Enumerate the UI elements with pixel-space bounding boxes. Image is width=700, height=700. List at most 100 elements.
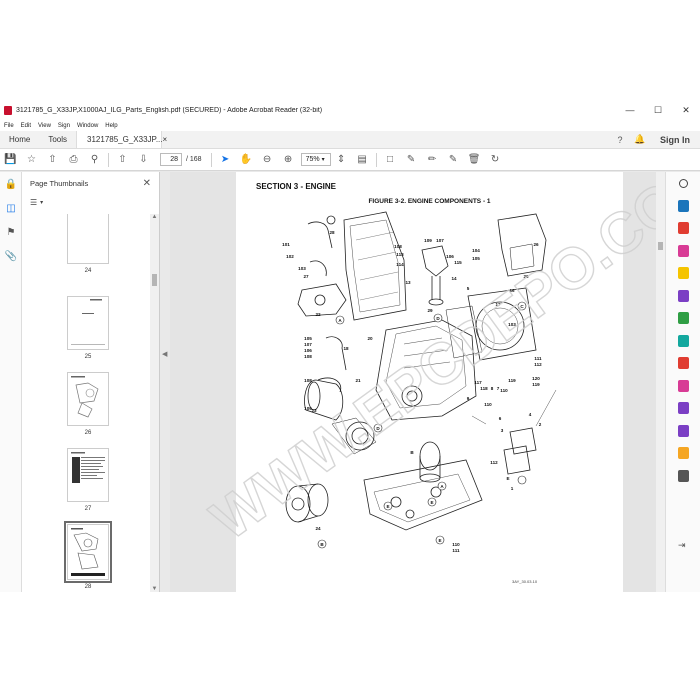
thumbnail-label: 26 xyxy=(84,430,92,436)
export-pdf-icon[interactable] xyxy=(666,195,700,218)
zoom-level-select[interactable]: 75% ▾ xyxy=(300,153,331,166)
previous-page-icon[interactable]: ⇧ xyxy=(112,150,133,170)
bookmarks-icon[interactable]: ⚑ xyxy=(0,220,22,244)
menu-sign[interactable]: Sign xyxy=(58,123,70,129)
menu-edit[interactable]: Edit xyxy=(21,123,31,129)
close-panel-icon[interactable]: ✕ xyxy=(143,178,151,189)
callout: 22 xyxy=(315,312,321,317)
scroll-up-arrow-icon[interactable]: ▲ xyxy=(150,214,159,220)
tab-home[interactable]: Home xyxy=(0,131,39,148)
thumbnail-options-button[interactable]: ☰ ▾ xyxy=(22,194,159,210)
protect-icon[interactable] xyxy=(666,352,700,375)
menu-help[interactable]: Help xyxy=(105,123,117,129)
zoom-search-icon[interactable]: ⚲ xyxy=(84,150,105,170)
comment-icon[interactable]: □ xyxy=(380,150,401,170)
callout: 115 xyxy=(454,260,462,265)
notifications-icon[interactable]: 🔔 xyxy=(630,131,650,148)
zoom-in-icon[interactable]: ⊕ xyxy=(278,150,299,170)
menu-window[interactable]: Window xyxy=(77,123,98,129)
document-scrollbar[interactable] xyxy=(656,172,665,592)
thumbnail-page-27[interactable] xyxy=(67,448,109,502)
redact-icon[interactable] xyxy=(666,375,700,398)
callout: 18 xyxy=(343,346,349,351)
sign-in-button[interactable]: Sign In xyxy=(650,131,700,148)
tab-bar: Home Tools 3121785_G_X33JP... × ? 🔔 Sign… xyxy=(0,131,700,149)
callout: 108 xyxy=(304,354,312,359)
menu-file[interactable]: File xyxy=(4,123,14,129)
callout: 108 xyxy=(394,244,402,249)
search-zoom-icon[interactable] xyxy=(666,172,700,195)
callout: 110 xyxy=(500,388,508,393)
callout: 5 xyxy=(467,286,470,291)
callout: 105 xyxy=(472,256,480,261)
page-number-input[interactable]: 28 xyxy=(160,153,182,166)
organize-pages-icon[interactable] xyxy=(666,307,700,330)
select-cursor-icon[interactable]: ➤ xyxy=(215,150,236,170)
thumbnail-page-28[interactable] xyxy=(64,521,112,583)
callout: 16 xyxy=(509,288,515,293)
scrollbar-thumb[interactable] xyxy=(152,274,157,286)
highlight-pen-icon[interactable]: ✎ xyxy=(401,150,422,170)
thumbnail-panel: Page Thumbnails ✕ ☰ ▾ 24 25 26 27 28 ▲ ▼ xyxy=(22,172,160,592)
attachments-icon[interactable]: 📎 xyxy=(0,244,22,268)
thumbnail-panel-title: Page Thumbnails xyxy=(30,178,89,188)
combine-files-icon[interactable] xyxy=(666,285,700,308)
page-fit-icon[interactable]: ⇕ xyxy=(331,150,352,170)
callout: 106 xyxy=(446,254,454,259)
fill-and-sign-icon[interactable] xyxy=(666,420,700,443)
callout: 14 xyxy=(451,276,457,281)
callout: 20 xyxy=(367,336,373,341)
maximize-button[interactable]: ☐ xyxy=(644,105,672,116)
save-icon[interactable]: 💾 xyxy=(0,150,21,170)
pdf-page: SECTION 3 - ENGINE FIGURE 3-2. ENGINE CO… xyxy=(236,172,623,592)
edit-pdf-icon[interactable] xyxy=(666,240,700,263)
callout: 26 xyxy=(533,242,539,247)
tab-tools[interactable]: Tools xyxy=(39,131,76,148)
callout: 26 xyxy=(523,274,529,279)
print-icon[interactable]: ⎙ xyxy=(63,150,84,170)
callout: 111 xyxy=(452,548,460,553)
rotate-icon[interactable]: ↻ xyxy=(485,150,506,170)
help-icon[interactable]: ? xyxy=(610,131,630,148)
document-tab-label: 3121785_G_X33JP... xyxy=(87,135,163,144)
thumbnail-panel-header: Page Thumbnails ✕ xyxy=(22,172,159,194)
tab-document[interactable]: 3121785_G_X33JP... × xyxy=(76,131,167,148)
scroll-down-arrow-icon[interactable]: ▼ xyxy=(150,586,159,592)
left-tool-rail: 🔒 ◫ ⚑ 📎 xyxy=(0,172,22,592)
callout: 103 xyxy=(508,322,516,327)
collapse-panel-arrow-icon[interactable]: ◀ xyxy=(162,350,167,358)
close-window-button[interactable]: ✕ xyxy=(672,105,700,116)
lock-icon[interactable]: 🔒 xyxy=(0,172,22,196)
send-for-signature-icon[interactable] xyxy=(666,442,700,465)
scroll-mode-icon[interactable]: ▤ xyxy=(352,150,373,170)
thumbnail-page-26[interactable] xyxy=(67,372,109,426)
create-pdf-icon[interactable] xyxy=(666,217,700,240)
scrollbar-thumb[interactable] xyxy=(658,242,663,250)
callout: 118 xyxy=(480,386,488,391)
scan-ocr-icon[interactable] xyxy=(666,330,700,353)
zoom-out-icon[interactable]: ⊖ xyxy=(257,150,278,170)
callout: 23 xyxy=(311,408,317,413)
next-page-icon[interactable]: ⇩ xyxy=(133,150,154,170)
delete-icon[interactable]: 🗑 xyxy=(464,150,485,170)
prepare-form-icon[interactable] xyxy=(666,397,700,420)
draw-icon[interactable]: ✏ xyxy=(422,150,443,170)
thumbnail-preview xyxy=(71,299,105,345)
callout: 24 xyxy=(315,526,321,531)
hand-tool-icon[interactable]: ✋ xyxy=(236,150,257,170)
bookmark-star-icon[interactable]: ☆ xyxy=(21,150,42,170)
menu-view[interactable]: View xyxy=(38,123,51,129)
expand-panel-arrow-icon[interactable]: ⇥ xyxy=(666,535,700,558)
more-tools-icon[interactable] xyxy=(666,465,700,488)
minimize-button[interactable]: — xyxy=(616,105,644,115)
thumbnail-scrollbar[interactable]: ▲ ▼ xyxy=(150,214,159,592)
thumbnail-page-25[interactable] xyxy=(67,296,109,350)
callout: 113 xyxy=(396,252,404,257)
upload-icon[interactable]: ⇧ xyxy=(42,150,63,170)
comment-tool-icon[interactable] xyxy=(666,262,700,285)
callout: 120 xyxy=(532,376,540,381)
thumbnail-page-24[interactable] xyxy=(67,214,109,264)
page-thumbnails-icon[interactable]: ◫ xyxy=(0,196,22,220)
document-view[interactable]: SECTION 3 - ENGINE FIGURE 3-2. ENGINE CO… xyxy=(170,172,656,592)
fill-sign-icon[interactable]: ✎ xyxy=(443,150,464,170)
